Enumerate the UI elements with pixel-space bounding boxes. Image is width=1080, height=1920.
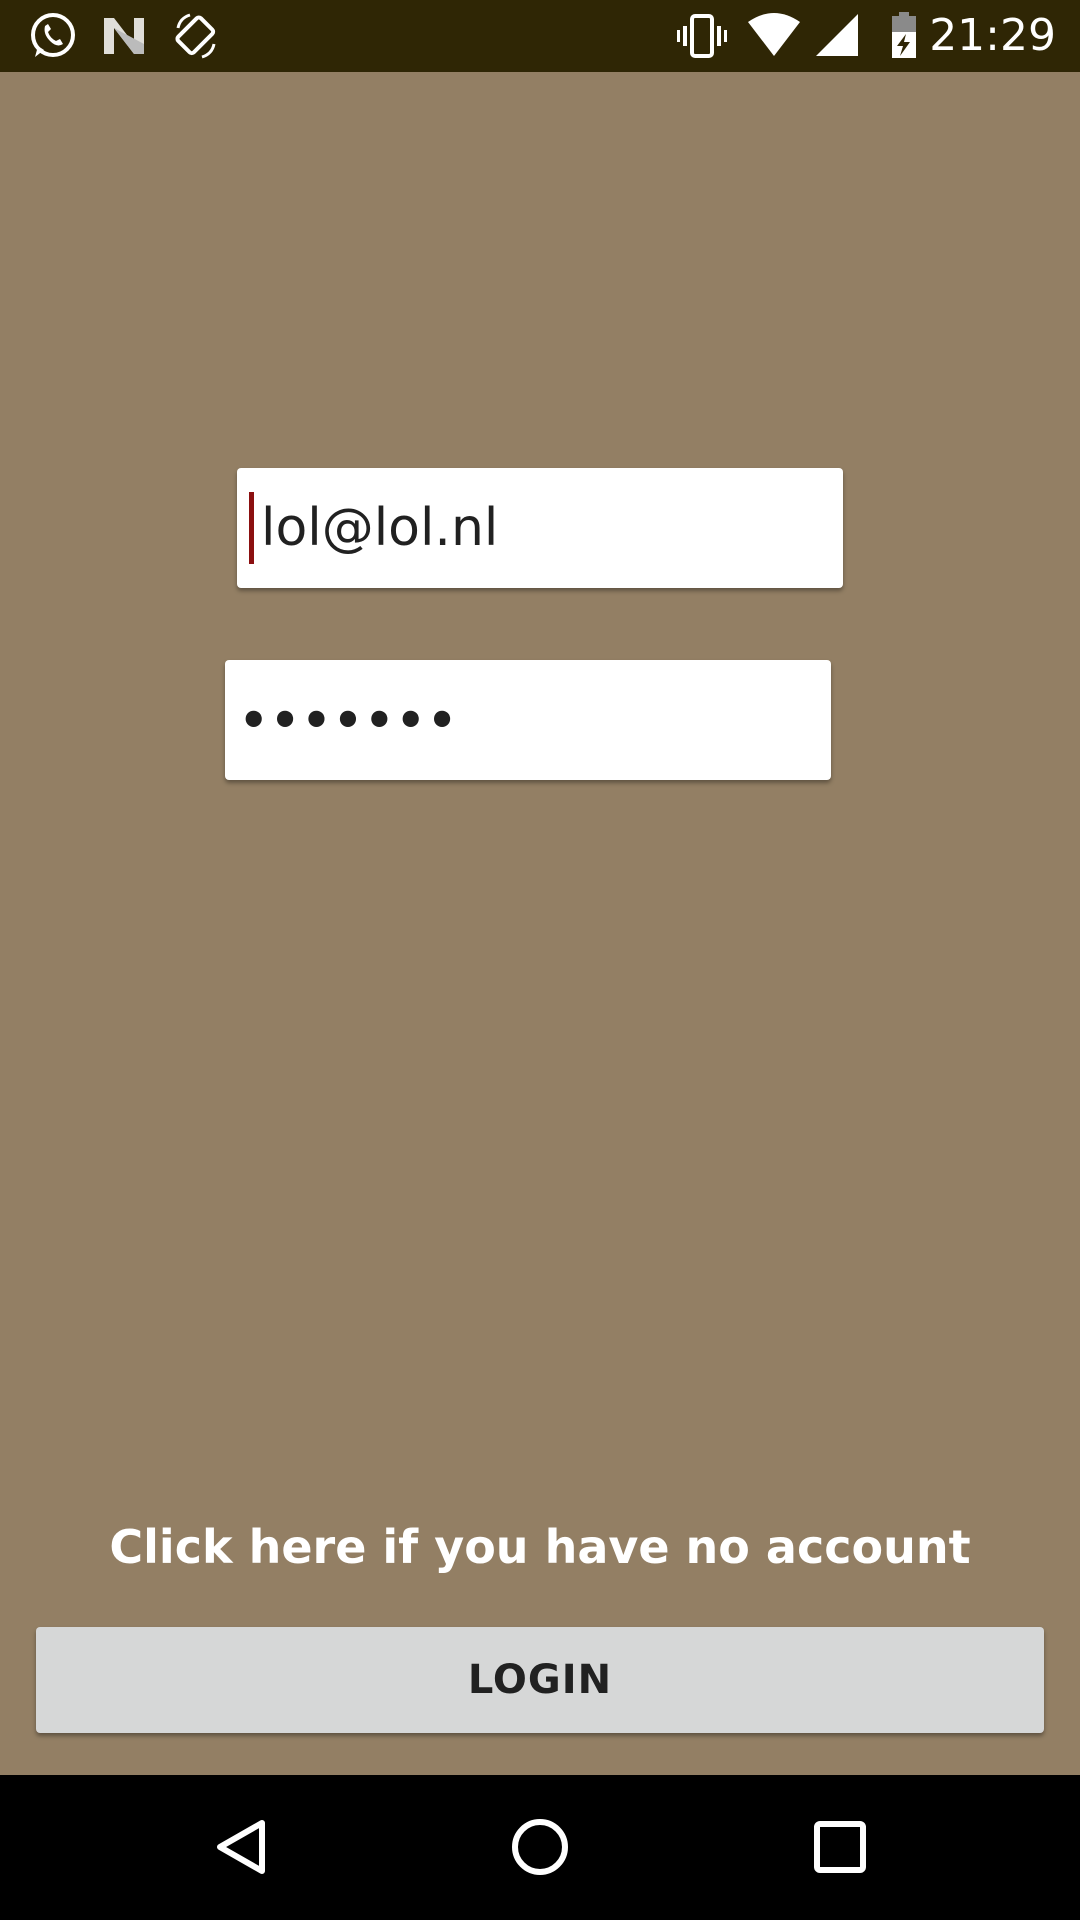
wifi-icon: [748, 10, 800, 62]
back-icon[interactable]: [204, 1811, 276, 1883]
login-button[interactable]: LOGIN: [36, 1627, 1044, 1733]
password-value: •••••••: [239, 693, 459, 747]
cell-signal-icon: [812, 10, 864, 62]
password-field[interactable]: •••••••: [225, 660, 831, 780]
vibrate-icon: [676, 10, 728, 62]
login-screen: lol@lol.nl ••••••• Click here if you hav…: [0, 72, 1080, 1775]
whatsapp-icon: [26, 10, 78, 62]
battery-charging-icon: [878, 10, 930, 62]
navigation-bar: [0, 1775, 1080, 1920]
email-field[interactable]: lol@lol.nl: [237, 468, 843, 588]
n-app-icon: [98, 10, 150, 62]
recents-icon[interactable]: [804, 1811, 876, 1883]
home-icon[interactable]: [504, 1811, 576, 1883]
status-bar: 21:29: [0, 0, 1080, 72]
email-value: lol@lol.nl: [261, 498, 499, 558]
clock: 21:29: [929, 10, 1056, 61]
text-cursor: [249, 492, 254, 564]
screen-rotation-icon: [170, 10, 222, 62]
signup-link[interactable]: Click here if you have no account: [0, 1520, 1080, 1574]
